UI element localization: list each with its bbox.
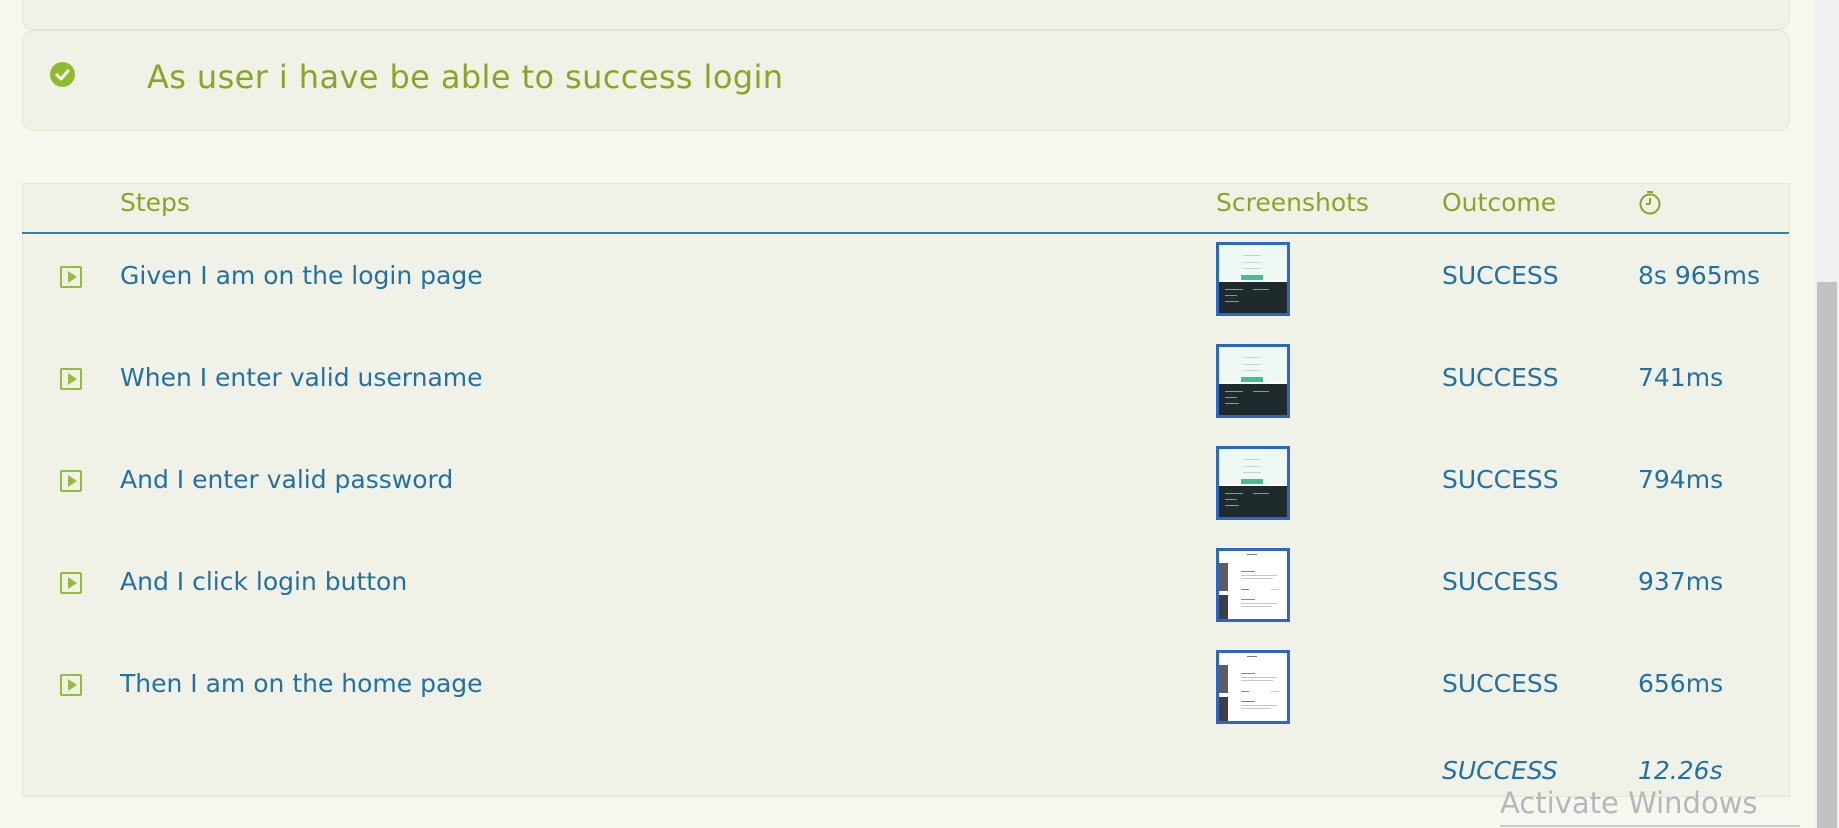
screenshot-thumbnail[interactable] — [1216, 344, 1290, 418]
step-text: Then I am on the home page — [120, 669, 483, 698]
expand-step-icon[interactable] — [60, 266, 82, 288]
total-duration: 12.26s — [1638, 756, 1723, 785]
step-duration: 794ms — [1638, 465, 1724, 494]
step-outcome: SUCCESS — [1442, 465, 1559, 494]
step-duration: 937ms — [1638, 567, 1724, 596]
previous-card — [22, 0, 1790, 30]
stopwatch-icon — [1638, 190, 1662, 222]
step-outcome: SUCCESS — [1442, 363, 1559, 392]
screenshot-thumbnail[interactable] — [1216, 242, 1290, 316]
step-duration: 8s 965ms — [1638, 261, 1760, 290]
screenshot-thumbnail[interactable] — [1216, 650, 1290, 724]
expand-step-icon[interactable] — [60, 470, 82, 492]
screenshot-thumbnail[interactable] — [1216, 446, 1290, 520]
step-text: Given I am on the login page — [120, 261, 483, 290]
step-text: And I enter valid password — [120, 465, 454, 494]
step-duration: 741ms — [1638, 363, 1724, 392]
step-text: And I click login button — [120, 567, 408, 596]
header-divider — [22, 232, 1789, 234]
table-row: And I enter valid password SUCCESS 794ms — [22, 446, 1788, 548]
table-row: And I click login button SUCCESS 937ms — [22, 548, 1788, 650]
step-text: When I enter valid username — [120, 363, 483, 392]
step-outcome: SUCCESS — [1442, 567, 1559, 596]
scrollbar-thumb[interactable] — [1817, 282, 1837, 828]
watermark-subtext — [1500, 819, 1800, 828]
table-row: Given I am on the login page SUCCESS 8s … — [22, 242, 1788, 344]
step-duration: 656ms — [1638, 669, 1724, 698]
header-screenshots: Screenshots — [1216, 188, 1369, 217]
scenario-title: As user i have be able to success login — [147, 58, 784, 96]
step-outcome: SUCCESS — [1442, 261, 1559, 290]
expand-step-icon[interactable] — [60, 674, 82, 696]
total-outcome: SUCCESS — [1442, 756, 1558, 785]
step-outcome: SUCCESS — [1442, 669, 1559, 698]
table-row: When I enter valid username SUCCESS 741m… — [22, 344, 1788, 446]
expand-step-icon[interactable] — [60, 368, 82, 390]
activate-windows-watermark: Activate Windows — [1500, 786, 1758, 820]
header-outcome: Outcome — [1442, 188, 1557, 217]
check-circle-icon — [50, 62, 75, 87]
expand-step-icon[interactable] — [60, 572, 82, 594]
table-row: Then I am on the home page SUCCESS 656ms — [22, 650, 1788, 752]
header-steps: Steps — [120, 188, 190, 217]
screenshot-thumbnail[interactable] — [1216, 548, 1290, 622]
